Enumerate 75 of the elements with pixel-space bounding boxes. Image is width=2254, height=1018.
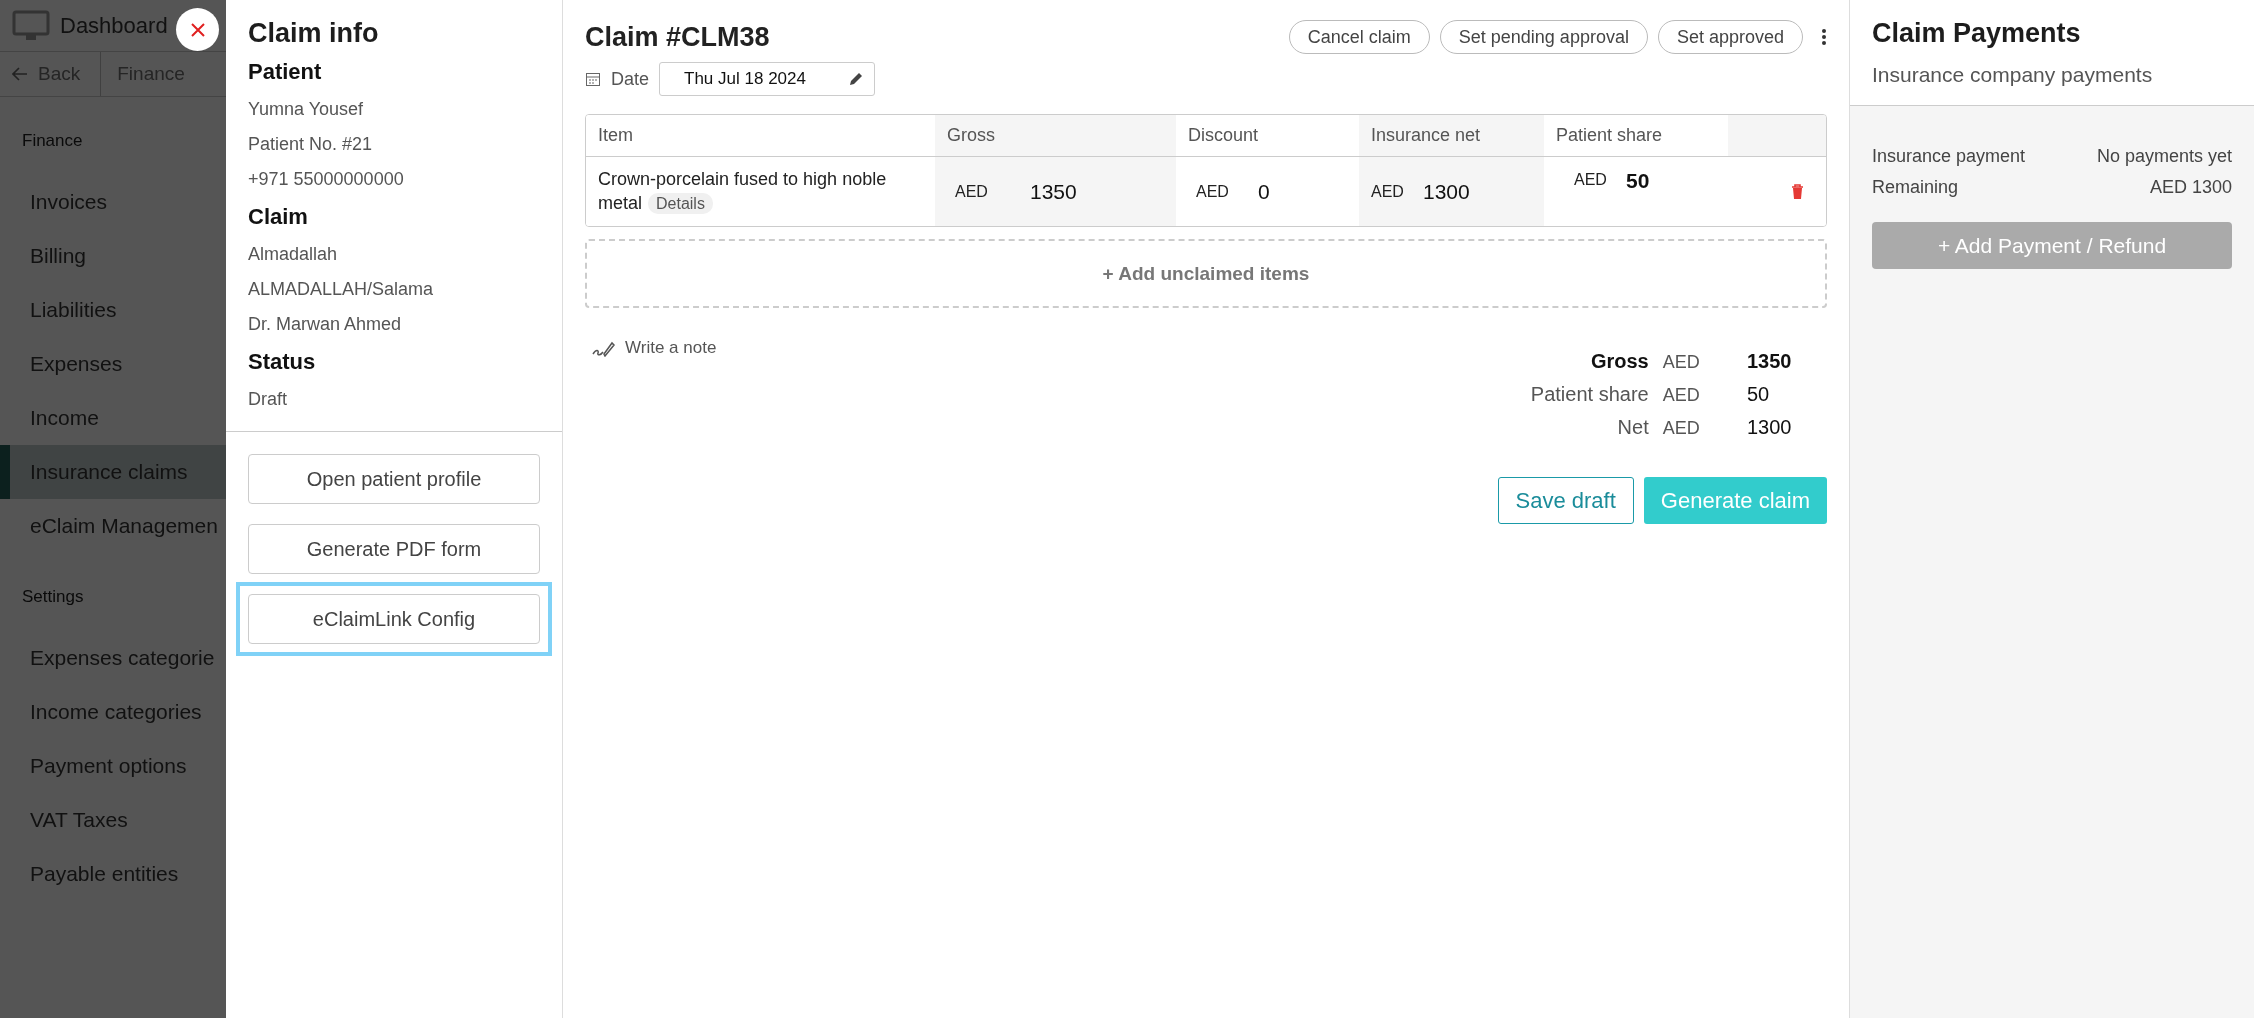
currency-label: AED [1371,182,1405,201]
payment-value: No payments yet [2096,146,2232,167]
action-button[interactable]: Open patient profile [248,454,540,504]
currency-label: AED [954,182,989,201]
currency-label: AED [1662,418,1701,439]
payment-value: AED 1300 [2149,177,2232,198]
panel-subtitle: Insurance company payments [1872,63,2154,87]
action-button[interactable]: eClaimLink Config [248,594,540,644]
total-label: Patient share [1529,383,1649,406]
claim-title: Claim #CLM38 [585,21,770,53]
nav-item[interactable]: Income categories [0,685,226,739]
info-text: +971 55000000000 [248,169,405,190]
nav-item[interactable]: Expenses categorie [0,631,226,685]
write-note-button[interactable]: Write a note [585,336,717,360]
payment-label: Insurance payment [1872,146,2026,167]
date-label: Date [611,68,650,90]
section-label: Finance [21,130,84,152]
nav-item[interactable]: Billing [0,229,226,283]
back-arrow-icon [12,67,28,81]
column-header: Insurance net [1359,115,1544,157]
nav-item[interactable]: Liabilities [0,283,226,337]
info-text: Draft [248,389,288,410]
column-header: Gross [935,115,1176,157]
nav-item[interactable]: Payment options [0,739,226,793]
total-label: Net [1616,416,1649,439]
nav-item[interactable]: Income [0,391,226,445]
nav-item[interactable]: eClaim Managemen [0,499,226,553]
calendar-icon [585,71,601,87]
action-button[interactable]: Generate PDF form [248,524,540,574]
total-value: 1300 [1747,416,1793,439]
panel-title: Claim info [248,18,380,49]
total-value: 1350 [1747,350,1793,373]
date-field[interactable]: Thu Jul 18 2024 [659,62,875,96]
details-tag[interactable]: Details [648,193,713,214]
total-label: Gross [1589,350,1649,373]
group-heading: Claim [248,204,309,230]
monitor-icon [12,9,50,42]
nav-item[interactable]: VAT Taxes [0,793,226,847]
more-options-icon[interactable] [1821,28,1827,46]
status-button[interactable]: Set pending approval [1439,20,1648,54]
amount-value: 50 [1626,169,1650,193]
currency-label: AED [1195,182,1230,201]
amount-value: 1350 [1030,179,1077,204]
status-button[interactable]: Set approved [1657,20,1803,54]
generate-claim-button[interactable]: Generate claim [1643,477,1827,524]
info-text: ALMADALLAH/Salama [248,279,435,300]
brand-label: Dashboard [60,12,168,39]
add-items-button[interactable]: + Add unclaimed items [585,239,1827,308]
section-label: Settings [21,586,85,608]
nav-item[interactable]: Invoices [0,175,226,229]
trash-icon[interactable] [1790,184,1804,199]
currency-label: AED [1662,352,1701,373]
save-draft-button[interactable]: Save draft [1497,477,1634,524]
info-text: Dr. Marwan Ahmed [248,314,403,335]
item-name: Crown-porcelain fused to high noble metal Details [598,168,888,216]
nav-item[interactable]: Payable entities [0,847,226,901]
info-text: Almadallah [248,244,339,265]
group-heading: Patient [248,59,323,85]
currency-label: AED [1573,171,1608,189]
info-text: Patient No. #21 [248,134,374,155]
group-heading: Status [248,349,317,375]
status-button[interactable]: Cancel claim [1288,20,1430,54]
column-header: Item [586,115,935,157]
panel-title: Claim Payments [1872,18,2082,49]
info-text: Yumna Yousef [248,99,365,120]
pen-icon [591,339,615,357]
amount-value: 0 [1258,179,1270,204]
pencil-icon [847,71,864,87]
total-value: 50 [1747,383,1771,406]
amount-value: 1300 [1423,179,1470,204]
close-icon [189,21,206,38]
payment-label: Remaining [1872,177,1959,198]
close-button[interactable] [176,8,219,51]
currency-label: AED [1662,385,1701,406]
nav-item[interactable]: Expenses [0,337,226,391]
